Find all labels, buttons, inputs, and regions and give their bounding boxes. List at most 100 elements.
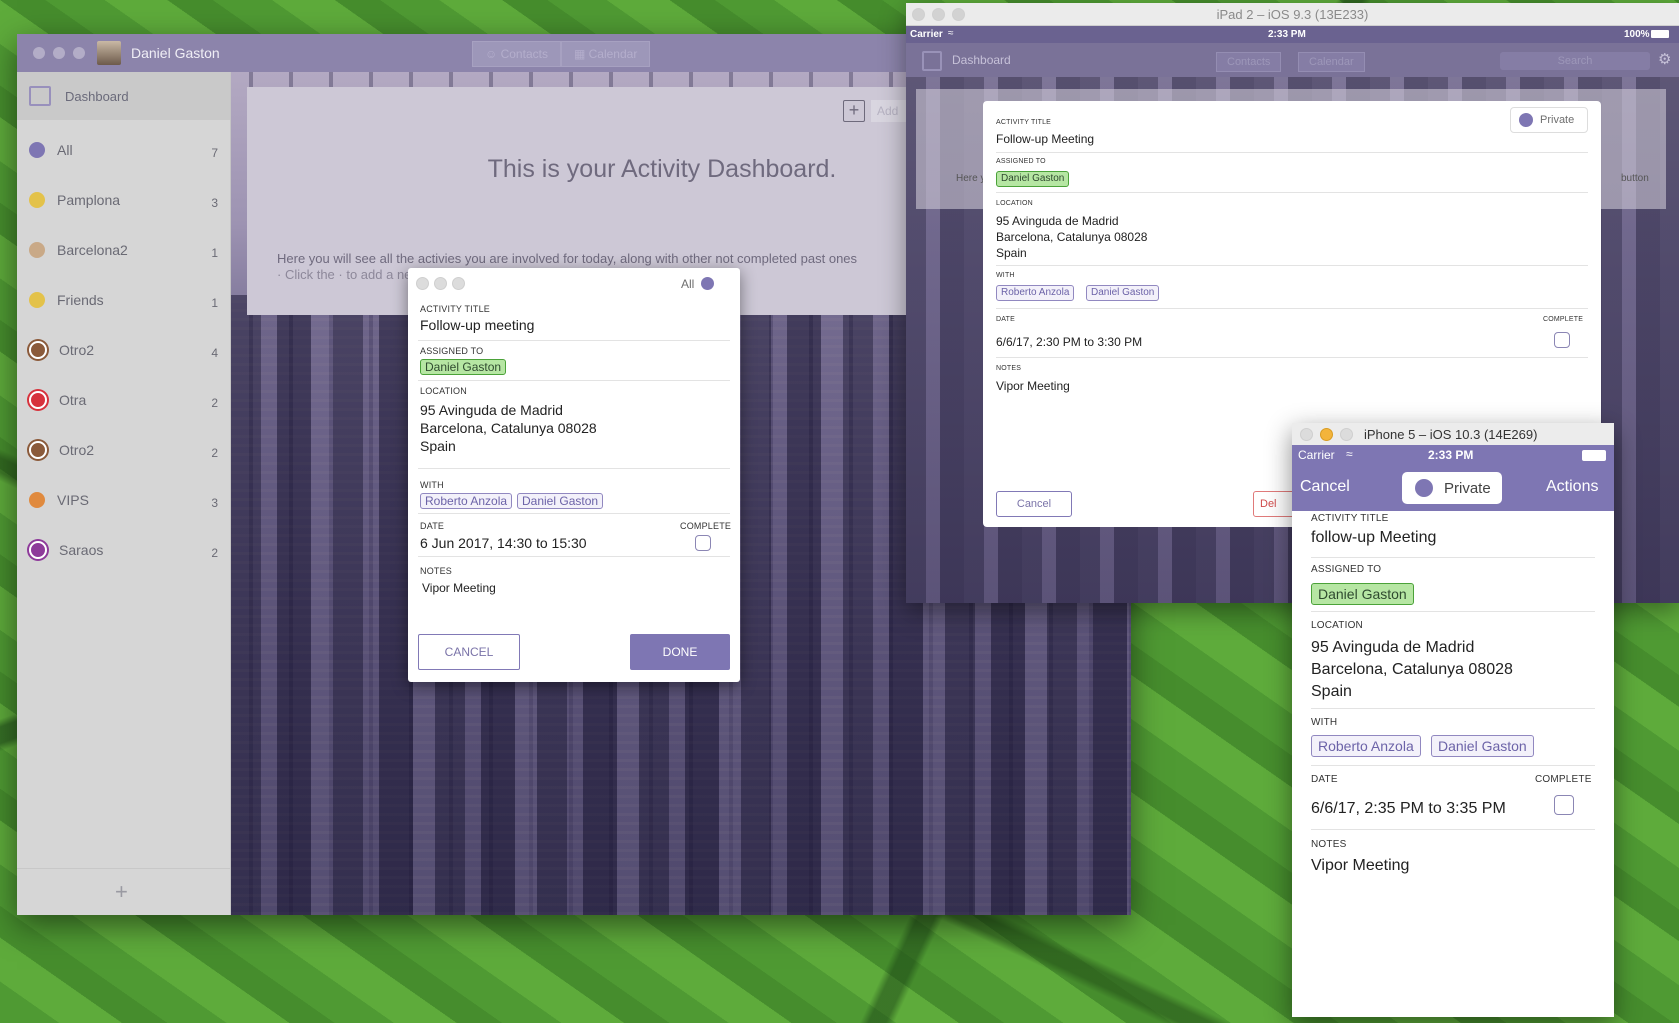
location-field[interactable]: 95 Avinguda de Madrid Barcelona, Catalun… — [1311, 637, 1513, 703]
iphone-simulator-titlebar[interactable]: iPhone 5 – iOS 10.3 (14E269) — [1292, 423, 1614, 446]
divider — [1311, 829, 1595, 830]
calendar-tab[interactable]: Calendar — [1298, 52, 1365, 72]
divider — [418, 556, 730, 557]
done-button[interactable]: DONE — [630, 634, 730, 670]
search-input[interactable]: Search — [1500, 52, 1650, 70]
complete-checkbox[interactable] — [1554, 795, 1574, 815]
actions-button[interactable]: Actions — [1546, 478, 1598, 496]
sidebar-item-group[interactable]: Saraos 2 — [17, 528, 230, 572]
zoom-window-button[interactable] — [73, 47, 85, 59]
activity-title-label: ACTIVITY TITLE — [1311, 513, 1389, 524]
sidebar-item-group[interactable]: Pamplona 3 — [17, 178, 230, 222]
user-profile[interactable]: Daniel Gaston — [97, 41, 220, 65]
modal-zoom-button[interactable] — [452, 277, 465, 290]
group-color-dot-icon — [29, 441, 47, 459]
avatar — [97, 41, 121, 65]
sidebar-item-label: Otro2 — [59, 342, 95, 358]
activity-title-field[interactable]: follow-up Meeting — [1311, 529, 1436, 547]
ipad-simulator-titlebar[interactable]: iPad 2 – iOS 9.3 (13E233) — [906, 3, 1679, 26]
cancel-button[interactable]: CANCEL — [418, 634, 520, 670]
notes-field[interactable]: Vipor Meeting — [1311, 857, 1409, 875]
cancel-button[interactable]: Cancel — [1300, 478, 1350, 496]
activity-title-field[interactable]: Follow-up meeting — [420, 317, 534, 333]
with-contact-tag[interactable]: Roberto Anzola — [996, 285, 1075, 301]
add-group-button[interactable]: + — [115, 879, 128, 905]
notes-field[interactable]: Vipor Meeting — [996, 379, 1070, 393]
date-label: DATE — [1311, 774, 1338, 785]
close-window-button[interactable] — [1300, 428, 1313, 441]
sidebar-item-group[interactable]: Otro2 4 — [17, 328, 230, 372]
divider — [1311, 708, 1595, 709]
divider — [1311, 557, 1595, 558]
location-field[interactable]: 95 Avinguda de Madrid Barcelona, Catalun… — [420, 401, 597, 455]
private-dot-icon — [1519, 113, 1533, 127]
ipad-status-bar: Carrier ≈ 2:33 PM 100% — [906, 26, 1679, 43]
nav-title: Dashboard — [952, 53, 1011, 67]
location-field[interactable]: 95 Avinguda de Madrid Barcelona, Catalun… — [996, 213, 1147, 261]
assignee-tag[interactable]: Daniel Gaston — [420, 359, 507, 375]
with-contact-tag[interactable]: Daniel Gaston — [1431, 735, 1534, 757]
contacts-tab[interactable]: Contacts — [1216, 52, 1282, 72]
calendar-icon: ▦ — [573, 47, 589, 61]
calendar-check-icon — [922, 51, 942, 71]
complete-checkbox[interactable] — [1554, 332, 1570, 348]
divider — [1311, 611, 1595, 612]
contacts-tab[interactable]: ☺ Contacts — [472, 41, 561, 67]
battery-percent: 100% — [1624, 29, 1650, 40]
minimize-window-button[interactable] — [1320, 428, 1333, 441]
notes-field[interactable]: Vipor Meeting — [422, 581, 496, 595]
complete-checkbox[interactable] — [695, 535, 711, 551]
modal-close-button[interactable] — [416, 277, 429, 290]
with-label: WITH — [420, 480, 444, 490]
iphone-window-title: iPhone 5 – iOS 10.3 (14E269) — [1364, 427, 1538, 442]
user-name: Daniel Gaston — [131, 45, 220, 61]
assigned-to-label: ASSIGNED TO — [1311, 564, 1382, 575]
group-color-dot-icon — [29, 292, 45, 308]
zoom-window-button[interactable] — [1340, 428, 1353, 441]
iphone-nav-bar: Cancel Private Actions — [1292, 465, 1614, 511]
minimize-window-button[interactable] — [53, 47, 65, 59]
date-field[interactable]: 6/6/17, 2:30 PM to 3:30 PM — [996, 335, 1142, 349]
sidebar-item-group[interactable]: Otro2 2 — [17, 428, 230, 472]
sidebar-item-group[interactable]: VIPS 3 — [17, 478, 230, 522]
divider — [418, 340, 730, 341]
battery-icon — [1582, 450, 1606, 461]
carrier-label: Carrier — [1298, 448, 1335, 462]
sidebar-item-group[interactable]: Otra 2 — [17, 378, 230, 422]
with-contact-tag[interactable]: Daniel Gaston — [1086, 285, 1160, 301]
date-field[interactable]: 6/6/17, 2:35 PM to 3:35 PM — [1311, 800, 1506, 818]
dashboard-text-right: button — [1621, 173, 1649, 184]
assignee-tag[interactable]: Daniel Gaston — [1311, 583, 1414, 605]
group-color-dot-icon — [29, 192, 45, 208]
wifi-icon: ≈ — [1346, 447, 1353, 461]
sidebar-item-group[interactable]: All 7 — [17, 128, 230, 172]
gear-icon[interactable]: ⚙ — [1658, 50, 1671, 68]
modal-minimize-button[interactable] — [434, 277, 447, 290]
sidebar-item-count: 2 — [211, 396, 218, 410]
activity-title-field[interactable]: Follow-up Meeting — [996, 132, 1094, 146]
filter-label: All — [681, 277, 695, 291]
assignee-tag[interactable]: Daniel Gaston — [996, 171, 1070, 187]
with-contact-tag[interactable]: Roberto Anzola — [420, 493, 513, 509]
sidebar-item-count: 1 — [211, 296, 218, 310]
location-line: 95 Avinguda de Madrid — [996, 214, 1119, 228]
contacts-tab-label: Contacts — [500, 47, 548, 61]
filter-color-dot-icon[interactable] — [701, 277, 714, 290]
sidebar-item-group[interactable]: Barcelona2 1 — [17, 228, 230, 272]
sidebar-item-count: 3 — [211, 496, 218, 510]
private-toggle[interactable]: Private — [1510, 107, 1588, 133]
sidebar-item-label: Otra — [59, 392, 87, 408]
calendar-tab[interactable]: ▦ Calendar — [560, 41, 651, 67]
location-label: LOCATION — [996, 200, 1033, 207]
sidebar-item-group[interactable]: Friends 1 — [17, 278, 230, 322]
date-field[interactable]: 6 Jun 2017, 14:30 to 15:30 — [420, 535, 587, 551]
group-color-dot-icon — [29, 242, 45, 258]
with-contact-tag[interactable]: Daniel Gaston — [517, 493, 604, 509]
add-activity-button[interactable]: + — [843, 100, 865, 122]
cancel-button[interactable]: Cancel — [996, 491, 1072, 517]
private-toggle[interactable]: Private — [1402, 472, 1502, 504]
close-window-button[interactable] — [33, 47, 45, 59]
sidebar: Dashboard All 7 Pamplona 3 Barcelona2 1 Friend… — [17, 72, 231, 915]
sidebar-item-dashboard[interactable]: Dashboard — [17, 72, 230, 120]
with-contact-tag[interactable]: Roberto Anzola — [1311, 735, 1421, 757]
